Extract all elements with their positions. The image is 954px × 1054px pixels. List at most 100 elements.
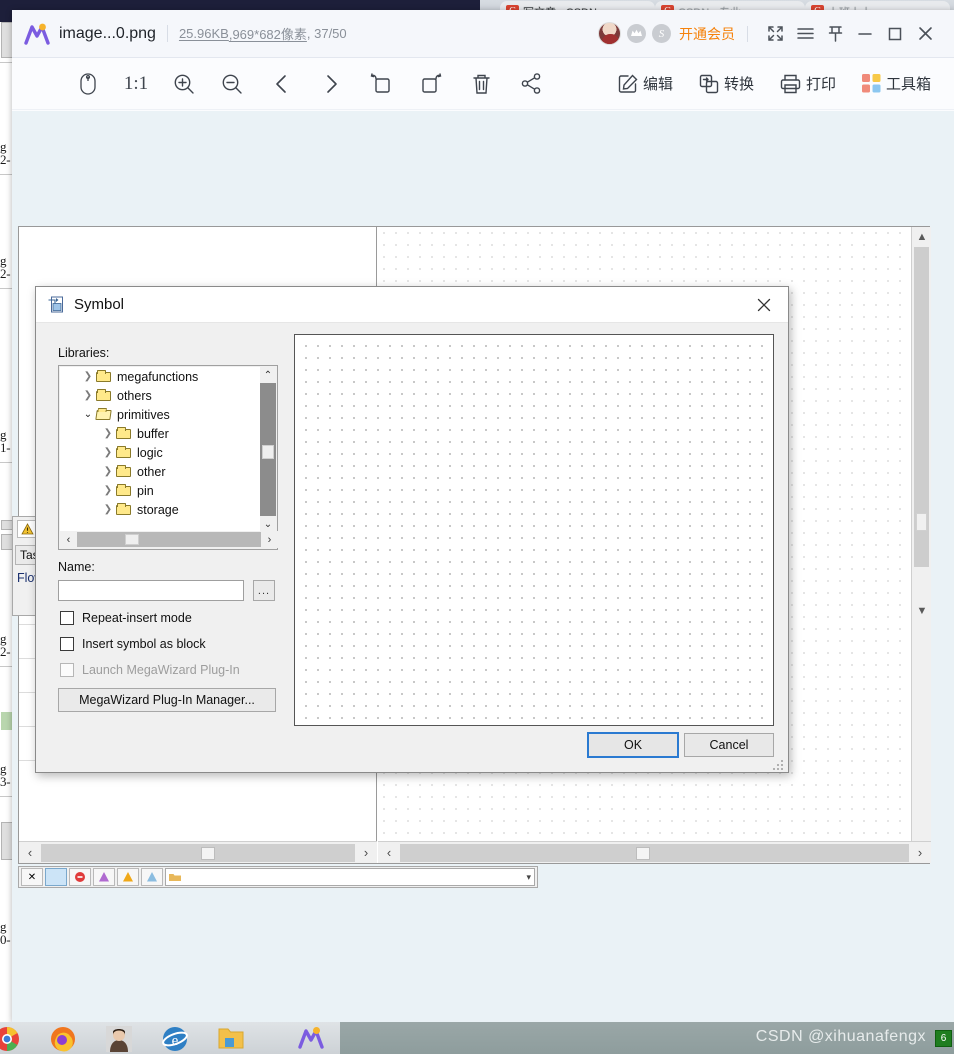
mouse-icon[interactable] (64, 58, 112, 110)
actual-size-button[interactable]: 1:1 (112, 58, 160, 110)
all-messages-button[interactable] (45, 868, 67, 886)
tree-hscrollbar[interactable]: ‹ › (60, 531, 278, 548)
zoom-in-icon[interactable] (160, 58, 208, 110)
previous-icon[interactable] (256, 58, 306, 110)
pin-icon[interactable] (820, 19, 850, 49)
vscroll-knob[interactable] (916, 513, 927, 531)
edit-button[interactable]: 编辑 (618, 58, 673, 110)
firefox-icon[interactable] (50, 1026, 76, 1052)
viewer-icon[interactable] (298, 1026, 324, 1052)
tree-item-primitives[interactable]: ⌄ primitives (60, 405, 261, 424)
scroll-right-icon[interactable]: › (261, 531, 278, 548)
maximize-icon[interactable] (880, 19, 910, 49)
svg-text:e: e (172, 1033, 179, 1049)
scroll-right-icon[interactable]: › (909, 842, 931, 864)
scroll-down-icon[interactable]: ⌄ (260, 516, 276, 532)
error-filter-icon[interactable] (69, 868, 91, 886)
hscroll-track[interactable] (77, 532, 261, 547)
warning-filter-icon[interactable] (117, 868, 139, 886)
person-icon[interactable] (106, 1026, 132, 1052)
tree-item-megafunctions[interactable]: ❯ megafunctions (60, 367, 261, 386)
chevron-right-icon[interactable]: ❯ (80, 390, 96, 401)
tree-item-logic[interactable]: ❯ logic (60, 443, 261, 462)
checkbox-box[interactable] (60, 637, 74, 651)
minimize-icon[interactable] (850, 19, 880, 49)
rotate-left-icon[interactable] (356, 58, 406, 110)
left-pane-hscrollbar[interactable]: ‹ › (19, 841, 377, 863)
chevron-right-icon[interactable]: ❯ (100, 485, 116, 496)
explorer-icon[interactable] (218, 1026, 244, 1052)
rotate-right-icon[interactable] (406, 58, 456, 110)
megawizard-plugin-manager-button[interactable]: MegaWizard Plug-In Manager... (58, 688, 276, 712)
zoom-out-icon[interactable] (208, 58, 256, 110)
scroll-left-icon[interactable]: ‹ (60, 531, 77, 548)
avatar[interactable] (598, 22, 621, 45)
hscroll-thumb[interactable] (201, 846, 215, 860)
hscroll-track[interactable] (41, 843, 355, 862)
toolbox-button[interactable]: 工具箱 (862, 58, 931, 110)
chevron-right-icon[interactable]: ❯ (100, 466, 116, 477)
checkbox-box (60, 663, 74, 677)
tree-item-label: primitives (117, 407, 170, 422)
chevron-down-icon[interactable]: ▾ (526, 872, 531, 883)
hscroll-thumb[interactable] (636, 846, 650, 860)
dialog-close-icon[interactable] (742, 288, 786, 322)
tree-vscrollbar[interactable]: ⌃ ⌄ (260, 367, 276, 532)
critical-warning-filter-icon[interactable] (93, 868, 115, 886)
chevron-right-icon[interactable]: ❯ (100, 504, 116, 515)
message-search-combo[interactable]: ▾ (165, 868, 535, 886)
cancel-button[interactable]: Cancel (684, 733, 774, 757)
hamburger-menu-icon[interactable] (790, 19, 820, 49)
ie-icon[interactable]: e (162, 1026, 188, 1052)
info-filter-icon[interactable] (141, 868, 163, 886)
chevron-right-icon[interactable]: ❯ (80, 371, 96, 382)
tree-item-pin[interactable]: ❯ pin (60, 481, 261, 500)
repeat-insert-mode-checkbox[interactable]: Repeat-insert mode (60, 611, 192, 625)
vscroll-thumb[interactable] (262, 445, 274, 459)
tree-item-buffer[interactable]: ❯ buffer (60, 424, 261, 443)
close-icon[interactable] (910, 19, 940, 49)
symbol-name-input[interactable] (58, 580, 244, 601)
print-button[interactable]: 打印 (780, 58, 836, 110)
ok-button[interactable]: OK (587, 732, 679, 758)
scroll-left-icon[interactable]: ‹ (19, 842, 41, 864)
next-icon[interactable] (306, 58, 356, 110)
resize-grip[interactable] (773, 760, 784, 771)
schematic-vscrollbar[interactable]: ▲ ▼ (911, 227, 931, 863)
tray-badge[interactable]: 6 (935, 1030, 952, 1047)
scroll-right-icon[interactable]: › (355, 842, 377, 864)
schematic-hscrollbar[interactable]: ‹ › (378, 841, 931, 863)
delete-icon[interactable] (456, 58, 506, 110)
chrome-icon[interactable] (0, 1026, 20, 1052)
libraries-label: Libraries: (58, 346, 110, 360)
chevron-right-icon[interactable]: ❯ (100, 447, 116, 458)
checkbox-box[interactable] (60, 611, 74, 625)
file-dimensions-label: ,969*682像素 (228, 27, 307, 42)
hscroll-thumb[interactable] (125, 534, 139, 545)
share-icon[interactable] (506, 58, 556, 110)
tree-item-others[interactable]: ❯ others (60, 386, 261, 405)
s-badge-icon[interactable]: S (652, 24, 671, 43)
scroll-down-icon[interactable]: ▼ (912, 601, 931, 621)
browse-button[interactable]: ... (253, 580, 275, 601)
fullscreen-icon[interactable] (760, 19, 790, 49)
scroll-left-icon[interactable]: ‹ (378, 842, 400, 864)
vip-upgrade-link[interactable]: 开通会员 (679, 24, 735, 44)
tree-item-other[interactable]: ❯ other (60, 462, 261, 481)
scroll-up-icon[interactable]: ⌃ (260, 367, 276, 383)
chevron-down-icon[interactable]: ⌄ (80, 409, 96, 420)
close-messages-icon[interactable]: ✕ (21, 868, 43, 886)
watermark-label: CSDN @xihuanafengx (755, 1028, 926, 1045)
folder-icon (116, 446, 132, 459)
convert-button[interactable]: 转换 (699, 58, 754, 110)
symbol-preview-panel[interactable] (294, 334, 774, 726)
scroll-up-icon[interactable]: ▲ (912, 227, 931, 247)
hscroll-track[interactable] (400, 843, 909, 862)
dialog-title-label: Symbol (74, 296, 125, 313)
libraries-tree[interactable]: ❯ megafunctions ❯ others ⌄ primitives ❯ … (58, 365, 278, 550)
insert-symbol-as-block-checkbox[interactable]: Insert symbol as block (60, 637, 206, 651)
file-index-label: , 37/50 (306, 26, 347, 41)
tree-item-storage[interactable]: ❯ storage (60, 500, 261, 519)
crown-icon[interactable] (627, 24, 646, 43)
chevron-right-icon[interactable]: ❯ (100, 428, 116, 439)
